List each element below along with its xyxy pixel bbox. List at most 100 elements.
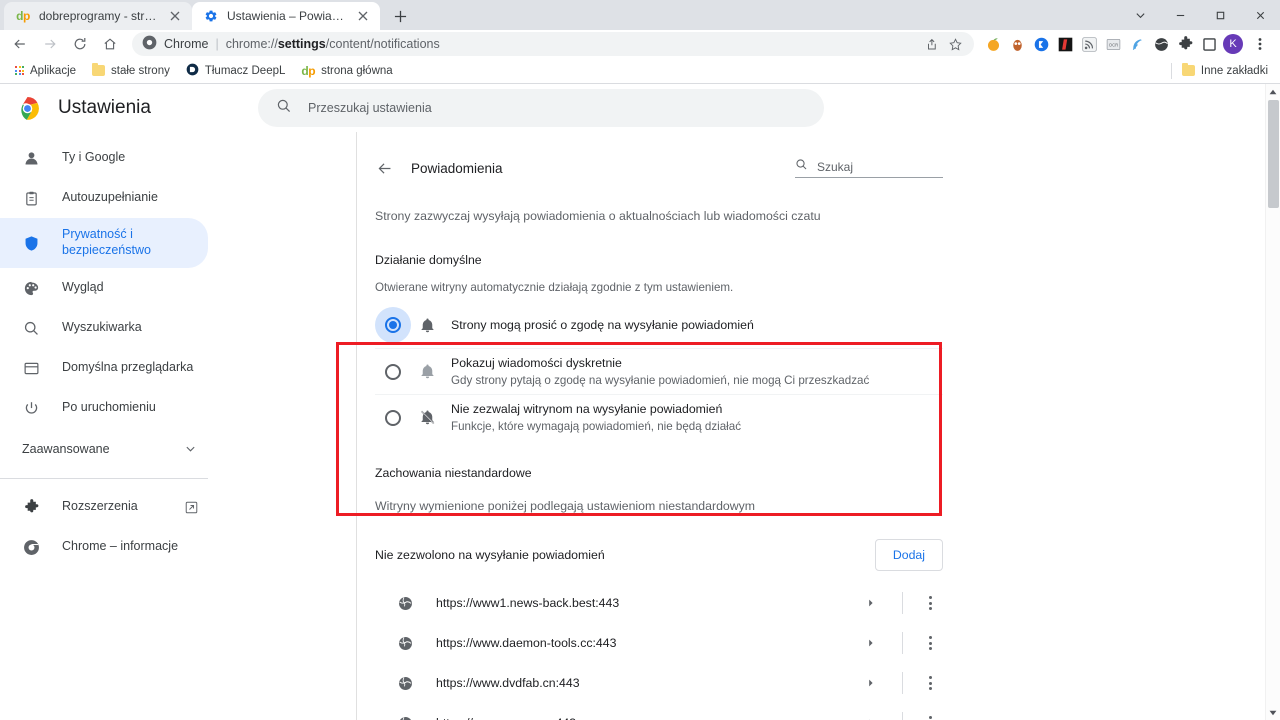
section-title: Powiadomienia	[411, 161, 503, 176]
sidebar-item-label: Prywatność i bezpieczeństwo	[62, 227, 208, 258]
extensions-puzzle-icon[interactable]	[1174, 33, 1196, 55]
dp-logo-icon: dp	[301, 64, 315, 78]
globe-icon	[397, 715, 414, 720]
bookmark-strona-glowna[interactable]: dp strona główna	[294, 61, 399, 81]
globe-icon	[397, 595, 414, 612]
table-row[interactable]: https://www.dvdfab.cn:443	[375, 663, 943, 703]
row-actions	[854, 672, 943, 694]
extension-square-icon[interactable]	[1198, 33, 1220, 55]
sidebar-item-zaawansowane[interactable]: Zaawansowane	[0, 428, 208, 472]
bookmark-label: Aplikacje	[30, 65, 76, 77]
sidebar-item-prywatnosc-i-bezpieczenstwo[interactable]: Prywatność i bezpieczeństwo	[0, 218, 208, 268]
divider	[902, 632, 903, 654]
table-row[interactable]: https://www.acer.com:443	[375, 703, 943, 720]
home-icon[interactable]	[96, 30, 124, 58]
radio-button[interactable]	[375, 400, 411, 436]
browser-tab-1[interactable]: Ustawienia – Powiadomienia	[192, 2, 380, 30]
close-button[interactable]	[1240, 0, 1280, 30]
scrollbar-thumb[interactable]	[1268, 100, 1279, 208]
row-menu-icon[interactable]	[917, 636, 943, 650]
sidebar-item-domyslna-przegladarka[interactable]: Domyślna przeglądarka	[0, 348, 208, 388]
table-row[interactable]: https://www1.news-back.best:443	[375, 583, 943, 623]
sidebar-item-po-uruchomieniu[interactable]: Po uruchomieniu	[0, 388, 208, 428]
share-icon[interactable]	[920, 33, 942, 55]
search-input[interactable]: Przeszukaj ustawienia	[258, 89, 824, 127]
search-icon	[276, 98, 292, 119]
bookmark-deepl[interactable]: Tłumacz DeepL	[179, 60, 293, 82]
sidebar-advanced-label: Zaawansowane	[22, 442, 110, 458]
bookmark-folder-stale-strony[interactable]: stałe strony	[85, 62, 177, 80]
row-menu-icon[interactable]	[917, 716, 943, 720]
expand-arrow-icon[interactable]	[854, 678, 888, 688]
back-arrow-icon[interactable]	[6, 30, 34, 58]
person-icon	[22, 149, 40, 167]
expand-arrow-icon[interactable]	[854, 598, 888, 608]
puzzle-icon	[22, 498, 40, 516]
row-menu-icon[interactable]	[917, 676, 943, 690]
maximize-button[interactable]	[1200, 0, 1240, 30]
tab-close-icon[interactable]	[167, 8, 183, 24]
extension-red-dark-icon[interactable]	[1054, 33, 1076, 55]
add-site-button[interactable]: Dodaj	[875, 539, 943, 571]
scroll-up-arrow-icon[interactable]	[1266, 84, 1280, 99]
page-title: Ustawienia	[58, 97, 151, 119]
scroll-down-arrow-icon[interactable]	[1266, 705, 1280, 720]
browser-window: dp dobreprogramy - strona główna Ustawie…	[0, 0, 1280, 720]
row-menu-icon[interactable]	[917, 596, 943, 610]
back-arrow-icon[interactable]	[375, 159, 393, 177]
star-icon[interactable]	[944, 33, 966, 55]
extension-ocr-icon[interactable]: OCR	[1102, 33, 1124, 55]
settings-brand[interactable]: Ustawienia	[0, 96, 258, 121]
sidebar-item-ty-i-google[interactable]: Ty i Google	[0, 138, 208, 178]
extension-feather-icon[interactable]	[1126, 33, 1148, 55]
custom-behaviors-heading: Zachowania niestandardowe	[375, 466, 943, 480]
extension-owl-icon[interactable]	[1006, 33, 1028, 55]
table-row[interactable]: https://www.daemon-tools.cc:443	[375, 623, 943, 663]
sidebar-item-wyglad[interactable]: Wygląd	[0, 268, 208, 308]
svg-text:OCR: OCR	[1108, 42, 1117, 47]
site-url: https://www.daemon-tools.cc:443	[436, 636, 616, 650]
forward-arrow-icon[interactable]	[36, 30, 64, 58]
section-search-placeholder: Szukaj	[817, 160, 853, 174]
radio-option-block[interactable]: Nie zezwalaj witrynom na wysyłanie powia…	[375, 394, 943, 440]
expand-arrow-icon[interactable]	[854, 638, 888, 648]
tab-close-icon[interactable]	[355, 8, 371, 24]
bookmark-label: Tłumacz DeepL	[205, 65, 286, 77]
extension-globe-dark-icon[interactable]	[1150, 33, 1172, 55]
default-behavior-hint: Otwierane witryny automatycznie działają…	[375, 281, 943, 294]
three-dot-menu-icon[interactable]	[1246, 30, 1274, 58]
section-search-input[interactable]: Szukaj	[795, 158, 943, 178]
sidebar-item-autouzupelnianie[interactable]: Autouzupełnianie	[0, 178, 208, 218]
site-info-chrome-icon[interactable]	[142, 35, 157, 53]
bookmark-apps[interactable]: Aplikacje	[8, 62, 83, 80]
extension-orange-icon[interactable]	[982, 33, 1004, 55]
shield-icon	[22, 234, 40, 252]
default-behavior-radio-group: Strony mogą prosić o zgodę na wysyłanie …	[375, 302, 943, 440]
sidebar-item-rozszerzenia[interactable]: Rozszerzenia	[0, 487, 208, 527]
clipboard-icon	[22, 189, 40, 207]
new-tab-button[interactable]	[386, 2, 414, 30]
bookmark-label: stałe strony	[111, 65, 170, 77]
radio-button[interactable]	[375, 307, 411, 343]
minimize-button[interactable]	[1160, 0, 1200, 30]
address-bar[interactable]: Chrome | chrome://settings/content/notif…	[132, 32, 974, 56]
tab-search-chevron-icon[interactable]	[1120, 0, 1160, 30]
sidebar-item-chrome-informacje[interactable]: Chrome – informacje	[0, 527, 208, 567]
settings-header: Ustawienia Przeszukaj ustawienia	[0, 84, 1280, 132]
reload-icon[interactable]	[66, 30, 94, 58]
avatar[interactable]: K	[1222, 33, 1244, 55]
sidebar-item-wyszukiwarka[interactable]: Wyszukiwarka	[0, 308, 208, 348]
browser-tab-0[interactable]: dp dobreprogramy - strona główna	[4, 2, 192, 30]
other-bookmarks-label: Inne zakładki	[1201, 65, 1268, 77]
radio-button[interactable]	[375, 354, 411, 390]
extension-rss-icon[interactable]	[1078, 33, 1100, 55]
notifications-header: Powiadomienia Szukaj	[375, 144, 943, 192]
radio-option-quiet[interactable]: Pokazuj wiadomości dyskretnie Gdy strony…	[375, 348, 943, 394]
page-scrollbar[interactable]	[1265, 84, 1280, 720]
radio-title: Pokazuj wiadomości dyskretnie	[451, 356, 869, 370]
radio-option-ask[interactable]: Strony mogą prosić o zgodę na wysyłanie …	[375, 302, 943, 348]
site-url: https://www1.news-back.best:443	[436, 596, 619, 610]
other-bookmarks[interactable]: Inne zakładki	[1167, 63, 1272, 79]
extension-blue-circle-icon[interactable]	[1030, 33, 1052, 55]
power-icon	[22, 399, 40, 417]
